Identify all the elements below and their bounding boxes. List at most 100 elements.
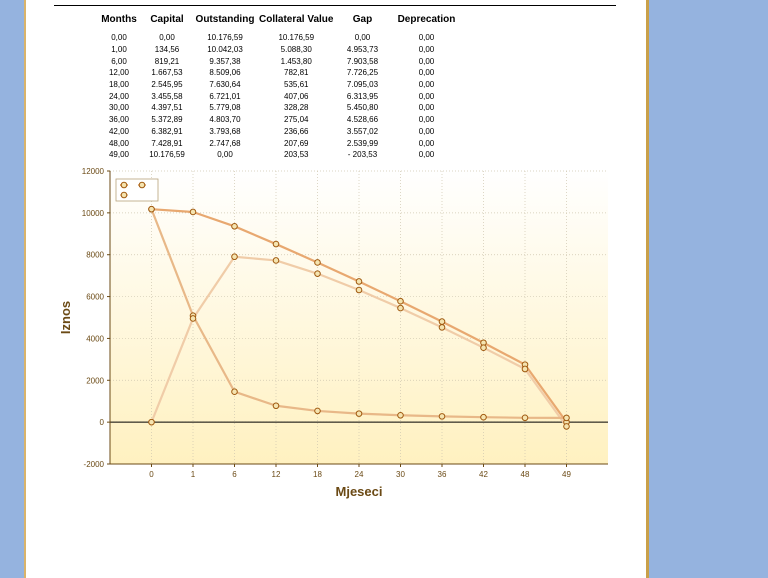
data-point xyxy=(480,413,487,421)
data-point xyxy=(231,388,238,396)
data-point xyxy=(231,253,238,261)
data-table: Months Capital Outstanding Collateral Value… xyxy=(95,12,461,161)
right-page-edge xyxy=(646,0,649,578)
table-cell: 10.176,59 xyxy=(207,33,243,43)
data-point xyxy=(148,418,155,426)
table-cell: 7.903,58 xyxy=(346,56,379,66)
table-cell: 10.176,59 xyxy=(149,150,185,160)
x-tick-label: 48 xyxy=(521,470,530,479)
data-point xyxy=(314,407,321,415)
table-cell: 4.953,73 xyxy=(346,45,379,55)
table-cell: 36,00 xyxy=(108,115,130,125)
top-rule xyxy=(54,5,616,6)
column-header: Outstanding xyxy=(195,13,255,25)
table-cell: 49,00 xyxy=(108,150,130,160)
table-cell: 0,00 xyxy=(418,56,435,66)
table-cell: 6,00 xyxy=(111,56,127,66)
table-cell: 0,00 xyxy=(418,33,435,43)
table-row: 1,00 134,56 10.042,03 5.088,30 4.953,73 0,00 xyxy=(95,44,461,56)
table-cell: 6.382,91 xyxy=(151,126,183,136)
table-cell: 328,28 xyxy=(284,103,309,113)
table-cell: 203,53 xyxy=(284,150,309,160)
table-row: 36,00 5.372,89 4.803,70 275,04 4.528,66 0,00 xyxy=(95,114,461,126)
y-tick-label: 10000 xyxy=(82,209,105,218)
table-row: 42,00 6.382,91 3.793,68 236,66 3.557,02 0,00 xyxy=(95,126,461,138)
table-cell: 1.453,80 xyxy=(280,56,312,66)
table-row: 24,00 3.455,58 6.721,01 407,06 6.313,95 0,00 xyxy=(95,90,461,102)
x-tick-label: 30 xyxy=(396,470,405,479)
table-cell: 0,00 xyxy=(418,80,435,90)
x-tick-label: 0 xyxy=(149,470,154,479)
table-row: 48,00 7.428,91 2.747,68 207,69 2.539,99 0,00 xyxy=(95,137,461,149)
data-point xyxy=(521,414,529,422)
table-row: 0,00 0,00 10.176,59 10.176,59 0,00 0,00 xyxy=(95,32,461,44)
table-cell: 535,61 xyxy=(284,80,309,90)
table-cell: 5.088,30 xyxy=(280,45,312,55)
y-tick-label: 4000 xyxy=(86,334,104,343)
table-cell: 0,00 xyxy=(418,115,435,125)
data-point xyxy=(189,315,197,322)
data-point xyxy=(397,411,404,419)
data-point xyxy=(438,324,446,331)
data-point xyxy=(563,414,570,422)
table-cell: 134,56 xyxy=(154,45,180,55)
table-row: 30,00 4.397,51 5.779,08 328,28 5.450,80 0,00 xyxy=(95,102,461,114)
data-point xyxy=(272,402,280,410)
table-cell: 3.557,02 xyxy=(346,126,379,136)
data-point xyxy=(521,365,529,373)
column-header: Gap xyxy=(352,13,373,25)
table-cell: 7.428,91 xyxy=(151,138,183,148)
data-point xyxy=(272,240,280,248)
data-point xyxy=(314,270,321,277)
x-tick-label: 1 xyxy=(191,470,196,479)
table-cell: 30,00 xyxy=(108,103,130,113)
x-tick-label: 12 xyxy=(272,470,281,479)
table-cell: - 203,53 xyxy=(347,150,378,160)
table-cell: 10.176,59 xyxy=(278,33,315,43)
data-point xyxy=(189,208,197,216)
table-cell: 819,21 xyxy=(154,56,180,66)
line-chart: -2000 0 2000 4000 6000 8000 10000 12000 0 1 6 12 18 2… xyxy=(58,167,608,499)
table-cell: 0,00 xyxy=(354,33,371,43)
data-point xyxy=(438,413,446,420)
data-point xyxy=(231,223,238,230)
table-cell: 2.747,68 xyxy=(209,138,241,148)
table-cell: 12,00 xyxy=(108,68,130,78)
y-tick-label: 8000 xyxy=(86,251,104,260)
table-cell: 0,00 xyxy=(111,33,127,43)
table-cell: 275,04 xyxy=(284,115,309,125)
table-row: 49,00 10.176,59 0,00 203,53 - 203,53 0,00 xyxy=(95,149,461,161)
table-row: 12,00 1.667,53 8.509,06 782,81 7.726,25 0,00 xyxy=(95,67,461,79)
table-row: 18,00 2.545,95 7.630,64 535,61 7.095,03 0,00 xyxy=(95,79,461,91)
data-point xyxy=(272,257,280,264)
x-tick-label: 36 xyxy=(438,470,447,479)
table-cell: 7.630,64 xyxy=(209,80,241,90)
table-cell: 3.793,68 xyxy=(209,126,241,136)
legend-swatch-marker xyxy=(120,181,128,189)
legend-swatch-marker xyxy=(138,181,146,189)
table-cell: 0,00 xyxy=(217,150,233,160)
column-header: Deprecation xyxy=(397,13,456,25)
table-body: 0,00 0,00 10.176,59 10.176,59 0,00 0,00 1,00 13… xyxy=(95,32,461,161)
y-tick-label: -2000 xyxy=(84,460,105,469)
data-point xyxy=(397,297,404,305)
data-point xyxy=(397,304,404,312)
table-cell: 24,00 xyxy=(108,91,130,101)
table-cell: 6.313,95 xyxy=(346,91,379,101)
column-header: Months xyxy=(101,13,137,25)
table-cell: 4.803,70 xyxy=(209,115,241,125)
table-cell: 207,69 xyxy=(284,138,309,148)
table-cell: 782,81 xyxy=(284,68,309,78)
table-cell: 9.357,38 xyxy=(209,56,241,66)
y-tick-label: 2000 xyxy=(86,376,104,385)
y-axis-title: Iznos xyxy=(58,301,73,334)
y-tick-label: 0 xyxy=(100,418,105,427)
table-cell: 0,00 xyxy=(418,45,435,55)
x-tick-label: 24 xyxy=(355,470,364,479)
x-tick-label: 42 xyxy=(479,470,488,479)
legend-swatch-marker xyxy=(120,191,128,199)
table-cell: 5.450,80 xyxy=(346,103,379,113)
table-cell: 407,06 xyxy=(284,91,309,101)
table-cell: 0,00 xyxy=(418,138,435,148)
table-cell: 8.509,06 xyxy=(209,68,241,78)
